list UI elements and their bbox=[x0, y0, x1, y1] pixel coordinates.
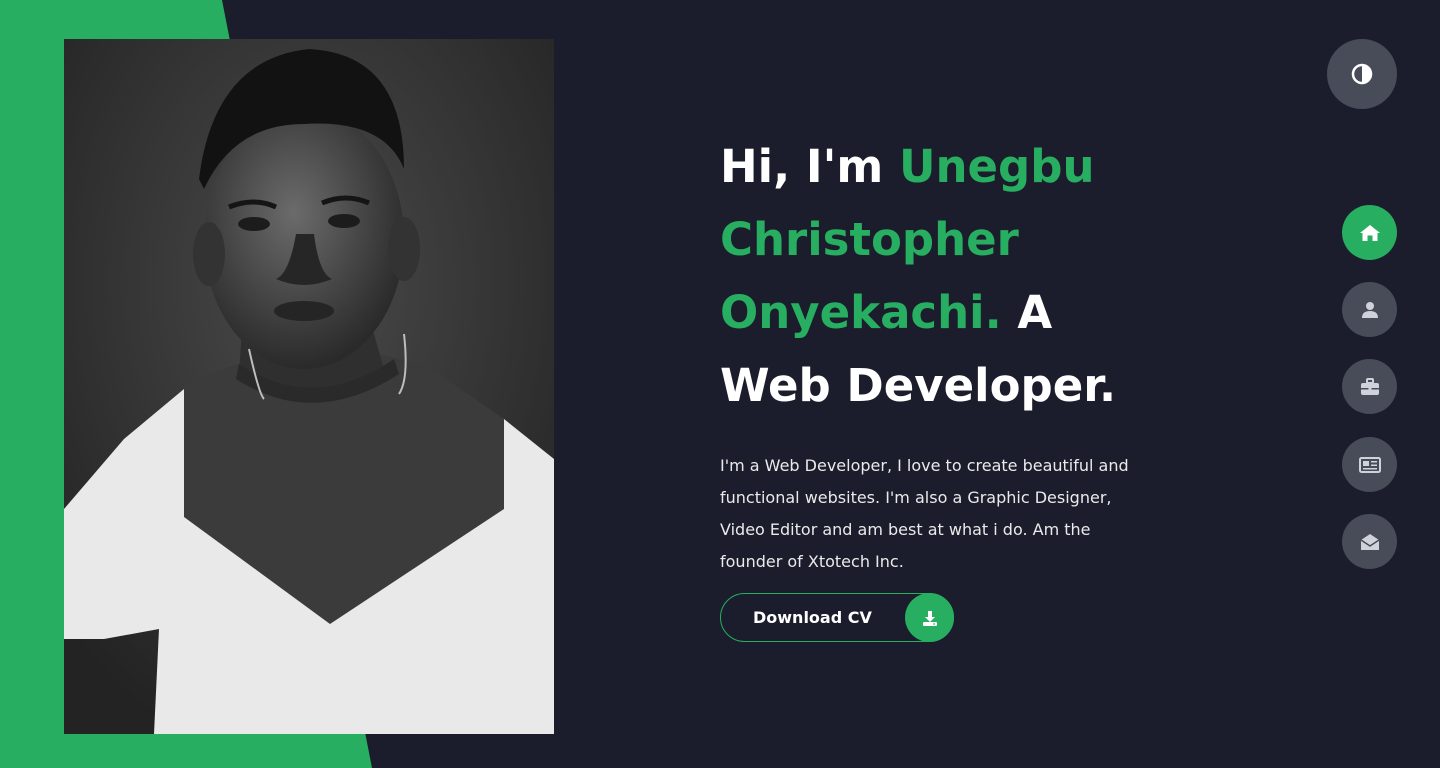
nav-portfolio[interactable] bbox=[1342, 359, 1397, 414]
envelope-open-icon bbox=[1360, 533, 1379, 550]
hero-section: Hi, I'm Unegbu Christopher Onyekachi. A Web… bbox=[720, 130, 1200, 578]
download-icon bbox=[905, 593, 954, 642]
name-first: Unegbu bbox=[898, 140, 1095, 193]
home-icon bbox=[1359, 224, 1380, 241]
newspaper-icon bbox=[1358, 456, 1381, 473]
nav-contact[interactable] bbox=[1342, 514, 1397, 569]
nav-home[interactable] bbox=[1342, 205, 1397, 260]
briefcase-icon bbox=[1360, 377, 1379, 395]
nav-about[interactable] bbox=[1342, 282, 1397, 337]
profile-photo bbox=[64, 39, 554, 734]
hero-description: I'm a Web Developer, I love to create be… bbox=[720, 456, 1129, 571]
role-prefix: A bbox=[1001, 286, 1053, 339]
nav-blog[interactable] bbox=[1342, 437, 1397, 492]
contrast-icon bbox=[1351, 63, 1373, 85]
hero-heading: Hi, I'm Unegbu Christopher Onyekachi. A Web… bbox=[720, 130, 1200, 422]
name-middle: Christopher bbox=[720, 213, 1019, 266]
download-cv-button[interactable]: Download CV bbox=[720, 593, 954, 642]
greeting-text: Hi, I'm bbox=[720, 140, 899, 193]
user-icon bbox=[1361, 301, 1378, 318]
download-cv-label: Download CV bbox=[753, 608, 872, 627]
name-last: Onyekachi. bbox=[720, 286, 1002, 339]
role-text: Web Developer. bbox=[720, 359, 1117, 412]
theme-toggle-button[interactable] bbox=[1327, 39, 1397, 109]
